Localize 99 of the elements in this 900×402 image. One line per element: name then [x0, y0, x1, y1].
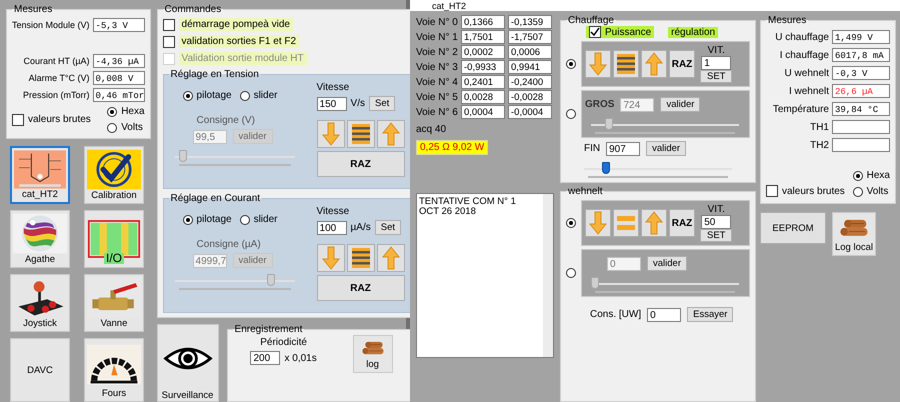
field-label: U chauffage — [775, 32, 829, 42]
value-field[interactable]: -4,36 µA — [92, 54, 145, 68]
value-field[interactable]: -5,3 V — [92, 18, 145, 32]
field-label: FIN — [584, 143, 600, 154]
channel-label: Voie N° 1 — [416, 32, 458, 42]
channel-label: Voie N° 4 — [416, 76, 458, 88]
value-field[interactable]: -0,0004 — [508, 105, 552, 119]
field-label: Tension Module (V) — [12, 20, 90, 30]
app-launcher-button[interactable]: Vanne — [84, 274, 144, 332]
validate-button[interactable]: valider — [646, 141, 686, 156]
field-label: Pression (mTorr) — [23, 90, 90, 100]
value-field[interactable]: 39,84 °C — [832, 102, 890, 116]
unit-label: x 0,01s — [284, 352, 317, 364]
regulation-label: régulation — [668, 26, 718, 38]
value-field[interactable]: 6017,8 mA — [832, 48, 890, 62]
field-label: VIT. — [708, 45, 725, 56]
value-field[interactable]: 26,6 µA — [832, 84, 890, 98]
speed-field[interactable]: 1 — [701, 56, 732, 70]
checkbox[interactable]: validation sorties F1 et F2 — [162, 35, 411, 48]
app-launcher-button[interactable]: Joystick — [10, 274, 70, 332]
value-field[interactable]: -0,3 V — [832, 66, 890, 80]
value-field[interactable]: 0,0028 — [461, 90, 505, 104]
reset-button[interactable]: RAZ — [669, 209, 695, 237]
value-field[interactable]: -0,1359 — [508, 15, 552, 29]
value-field[interactable]: 907 — [606, 142, 640, 156]
value-field[interactable]: -0,0028 — [508, 90, 552, 104]
field-label: Cons. [UW] — [590, 309, 642, 320]
field-label: TH1 — [810, 122, 829, 132]
app-launcher-button[interactable]: Fours — [84, 338, 144, 402]
value-field[interactable]: 0,46 mTor — [92, 88, 145, 102]
log-text-area[interactable]: TENTATIVE COM N° 1 OCT 26 2018 — [416, 193, 554, 358]
value-field[interactable]: 0,0006 — [508, 45, 552, 59]
value-field[interactable]: 0,2401 — [461, 75, 505, 89]
value-field[interactable]: -1,7507 — [508, 30, 552, 44]
field-label: Vitesse — [316, 82, 350, 93]
group-title: Mesures — [13, 4, 54, 15]
app-launcher-button[interactable]: Calibration — [84, 146, 144, 204]
value-field[interactable]: 0,9941 — [508, 60, 552, 74]
value-field[interactable]: -0,9933 — [461, 60, 505, 74]
value-field[interactable]: 0,0004 — [461, 105, 505, 119]
radio-option[interactable]: Volts — [107, 122, 145, 133]
channel-label: Voie N° 0 — [416, 16, 458, 28]
field-label: Courant HT (µA) — [24, 56, 90, 66]
command-field[interactable]: 0 — [647, 308, 682, 322]
unit-label: V/s — [350, 98, 365, 109]
app-launcher-button[interactable]: DAVC — [10, 338, 70, 402]
eeprom-button[interactable]: EEPROM — [760, 212, 826, 244]
value-field[interactable]: 0,008 V — [92, 71, 145, 85]
field-label: I chauffage — [780, 50, 829, 60]
app-launcher-button[interactable]: Surveillance — [156, 324, 219, 402]
log-button[interactable]: Log local — [832, 212, 876, 256]
app-launcher-button[interactable]: I/O — [84, 210, 144, 268]
group-title: Réglage en Tension — [170, 69, 260, 80]
field-label: Consigne (µA) — [196, 239, 262, 250]
checkbox[interactable]: Puissance — [586, 26, 654, 38]
group-title: Chauffage — [567, 15, 615, 26]
group-title: wehnelt — [567, 186, 604, 197]
channel-label: Voie N° 5 — [416, 92, 458, 102]
checkbox[interactable]: valeurs brutes — [12, 114, 91, 126]
field-label: TH2 — [810, 140, 829, 150]
channel-label: Voie N° 3 — [416, 62, 458, 72]
value-field[interactable]: 1,7501 — [461, 30, 505, 44]
value-field[interactable]: -0,2400 — [508, 75, 552, 89]
group-title: Commandes — [164, 4, 222, 15]
field-label: Périodicité — [260, 337, 307, 348]
value-field[interactable]: 0,1366 — [461, 15, 505, 29]
radio-option[interactable]: Hexa — [852, 170, 890, 181]
try-button[interactable]: Essayer — [687, 307, 734, 322]
app-launcher-button[interactable]: cat_HT2 — [10, 146, 70, 204]
set-button[interactable]: SET — [700, 229, 732, 242]
value-field[interactable]: 0,0002 — [461, 45, 505, 59]
field-label: U wehnelt — [784, 68, 829, 78]
speed-field[interactable]: 50 — [701, 215, 732, 229]
field-label: Consigne (V) — [196, 115, 256, 126]
group-title: Enregistrement — [234, 324, 304, 335]
field-label: Alarme T°C (V) — [28, 73, 90, 83]
power-reading: 0,25 Ω 9,02 W — [416, 140, 488, 155]
field-label: Température — [772, 104, 829, 114]
window-title: cat_HT2 — [432, 0, 466, 10]
channel-label: Voie N° 2 — [416, 46, 458, 58]
set-button[interactable]: SET — [700, 70, 732, 83]
group-title: Mesures — [767, 15, 808, 26]
acquisition-count: acq 40 — [416, 124, 446, 135]
field-label: GROS — [585, 99, 614, 110]
value-field[interactable]: 1,499 V — [832, 30, 890, 44]
reset-button[interactable]: RAZ — [669, 50, 695, 78]
period-field[interactable]: 200 — [250, 351, 280, 365]
channel-label: Voie N° 6 — [416, 106, 458, 118]
field-label: I wehnelt — [788, 86, 829, 96]
field-label: Vitesse — [316, 206, 350, 217]
app-launcher-button[interactable]: Agathe — [10, 210, 70, 268]
checkbox[interactable]: démarrage pompeà vide — [162, 18, 411, 31]
unit-label: µA/s — [350, 222, 371, 233]
radio-option[interactable]: Hexa — [107, 106, 145, 117]
field-label: VIT. — [708, 204, 725, 215]
radio-option[interactable]: Volts — [852, 186, 890, 197]
checkbox[interactable]: valeurs brutes — [766, 185, 845, 197]
log-button[interactable]: log — [352, 335, 393, 373]
group-title: Réglage en Courant — [170, 193, 262, 204]
